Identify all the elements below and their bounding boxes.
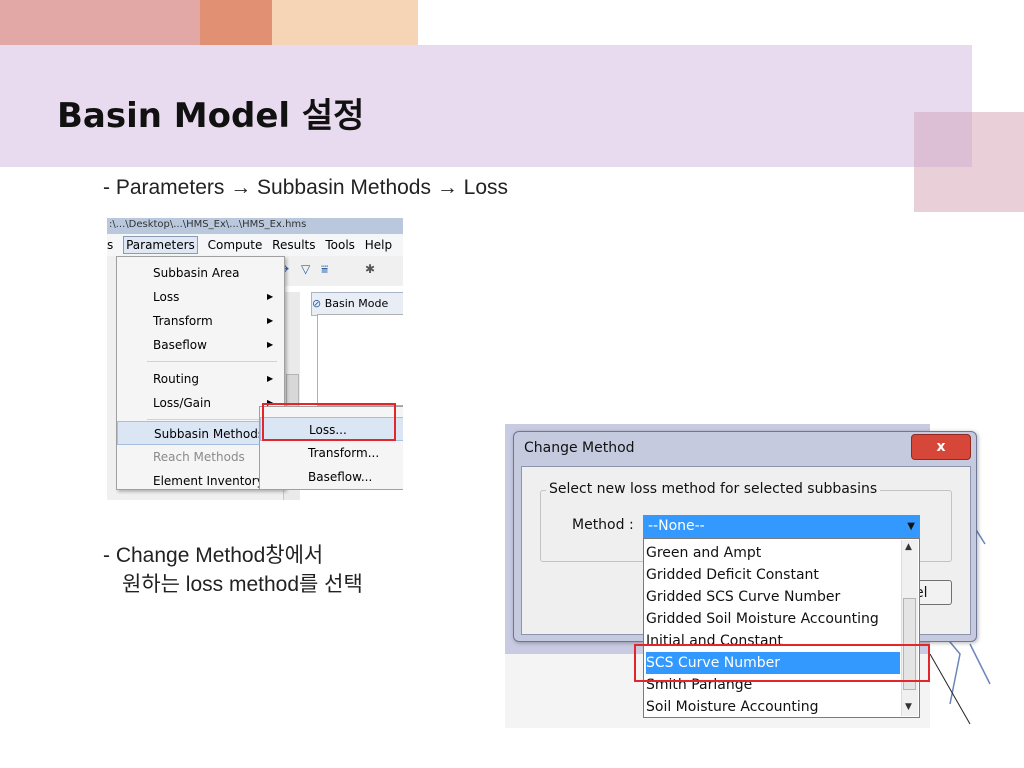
menu-item-label: Loss (153, 290, 180, 304)
basin-model-tab[interactable]: ⊘ Basin Mode (311, 292, 403, 316)
option-gridded-deficit-constant[interactable]: Gridded Deficit Constant (646, 564, 900, 586)
menu-item-transform[interactable]: Transform ▶ (117, 309, 284, 333)
menu-item-label: Loss/Gain (153, 396, 211, 410)
option-green-ampt[interactable]: Green and Ampt (646, 542, 900, 564)
submenu-item-label: Baseflow... (308, 470, 373, 484)
menu-item-loss[interactable]: Loss ▶ (117, 285, 284, 309)
menu-item-label: Baseflow (153, 338, 207, 352)
list-scrollbar[interactable]: ▲ ▼ (901, 540, 918, 716)
highlight-box-loss (262, 403, 396, 441)
menu-parameters[interactable]: Parameters (123, 236, 198, 254)
group-label: Select new loss method for selected subb… (546, 481, 881, 497)
menubar: s Parameters Compute Results Tools Help (107, 234, 403, 256)
close-button[interactable]: x (911, 434, 971, 460)
highlight-box-scs (634, 644, 930, 682)
scroll-up-icon[interactable]: ▲ (905, 542, 912, 552)
basin-icon: ⊘ (312, 297, 325, 310)
corner-block-overlap (914, 112, 972, 167)
scroll-down-icon[interactable]: ▼ (905, 702, 912, 712)
menu-item-label: Routing (153, 372, 200, 386)
menu-separator (147, 361, 277, 362)
bullet-change-method: - Change Method창에서 (103, 544, 324, 567)
dropdown-value: --None-- (648, 518, 705, 534)
submenu-item-label: Transform... (308, 446, 380, 460)
chevron-down-icon[interactable]: ▼ (907, 516, 915, 537)
menu-item-baseflow[interactable]: Baseflow ▶ (117, 333, 284, 357)
option-soil-moisture-accounting[interactable]: Soil Moisture Accounting (646, 696, 900, 718)
submenu-arrow-icon: ▶ (267, 340, 274, 349)
option-gridded-scs-curve-number[interactable]: Gridded SCS Curve Number (646, 586, 900, 608)
menu-item-label: Subbasin Methods (154, 427, 265, 441)
dialog-title: Change Method (524, 440, 635, 456)
menu-compute[interactable]: Compute (208, 234, 263, 256)
window-path-bar: :\...\Desktop\...\HMS_Ex\...\HMS_Ex.hms (107, 218, 403, 234)
menu-help[interactable]: Help (365, 234, 392, 256)
bullet-select-loss-method: 원하는 loss method를 선택 (122, 573, 363, 596)
toolbar: ✥ ▽ ⩸ ✱ (277, 256, 403, 282)
menu-separator (147, 419, 277, 420)
submenu-arrow-icon: ▶ (267, 316, 274, 325)
menu-item-label: Reach Methods (153, 450, 245, 464)
basin-tab-label: Basin Mode (324, 297, 389, 310)
toolbar-stack-icon[interactable]: ⩸ (321, 262, 335, 276)
method-label: Method : (572, 517, 634, 533)
method-dropdown-list: Green and Ampt Gridded Deficit Constant … (643, 538, 920, 718)
slide-title: Basin Model 설정 (57, 96, 365, 136)
method-dropdown[interactable]: --None-- ▼ (643, 515, 920, 538)
menu-item-subbasin-area[interactable]: Subbasin Area (117, 261, 284, 285)
hms-menu-screenshot: :\...\Desktop\...\HMS_Ex\...\HMS_Ex.hms … (107, 218, 403, 500)
menu-item-label: Transform (153, 314, 213, 328)
submenu-item-baseflow[interactable]: Baseflow... (260, 465, 403, 489)
menu-item-routing[interactable]: Routing ▶ (117, 367, 284, 391)
menu-results[interactable]: Results (272, 234, 315, 256)
submenu-arrow-icon: ▶ (267, 374, 274, 383)
submenu-item-transform[interactable]: Transform... (260, 441, 403, 465)
menu-item-label: Subbasin Area (153, 266, 240, 280)
menu-partial[interactable]: s (107, 234, 113, 256)
menu-item-label: Element Inventory (153, 474, 264, 488)
basin-model-canvas (317, 314, 403, 406)
toolbar-tool-icon[interactable]: ✱ (365, 262, 379, 276)
toolbar-down-icon[interactable]: ▽ (301, 262, 315, 276)
option-gridded-soil-moisture[interactable]: Gridded Soil Moisture Accounting (646, 608, 900, 630)
bullet-parameters-path: - Parameters → Subbasin Methods → Loss (103, 176, 509, 199)
submenu-arrow-icon: ▶ (267, 292, 274, 301)
menu-tools[interactable]: Tools (325, 234, 355, 256)
